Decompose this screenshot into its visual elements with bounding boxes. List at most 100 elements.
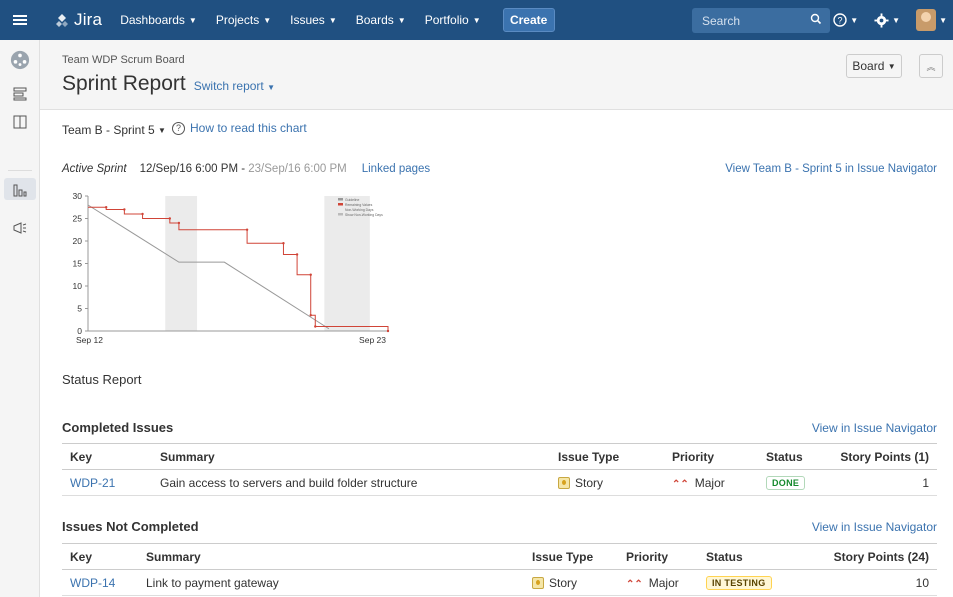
jira-logo-icon — [56, 14, 68, 27]
gear-icon — [874, 12, 889, 28]
completed-issues-title: Completed Issues — [62, 420, 174, 435]
active-sprints-icon[interactable] — [10, 112, 30, 132]
data-point — [386, 329, 390, 333]
col-summary[interactable]: Summary — [152, 443, 550, 470]
col-story-points[interactable]: Story Points (24) — [788, 543, 937, 570]
releases-icon[interactable] — [10, 218, 30, 238]
y-tick-label: 30 — [73, 192, 83, 201]
help-menu[interactable]: ? ▼ — [833, 13, 858, 27]
page-title-text: Sprint Report — [62, 72, 186, 95]
issue-summary: Gain access to servers and build folder … — [152, 469, 550, 496]
chevron-down-icon: ▼ — [188, 15, 197, 25]
sprint-start: 12/Sep/16 6:00 PM — [139, 163, 239, 175]
col-priority[interactable]: Priority — [618, 543, 698, 570]
issue-key-link[interactable]: WDP-14 — [70, 576, 115, 590]
jira-logo[interactable]: Jira — [54, 10, 102, 30]
issue-priority: ⌃⌃ Major — [664, 469, 758, 496]
chevron-down-icon: ▼ — [263, 15, 272, 25]
legend-swatch — [338, 198, 343, 201]
chevron-down-icon: ▼ — [850, 15, 859, 25]
not-completed-view-navigator-link[interactable]: View in Issue Navigator — [812, 520, 937, 534]
settings-menu[interactable]: ▼ — [874, 12, 900, 28]
date-separator: - — [238, 163, 249, 175]
legend-label: Remaining Values — [345, 203, 373, 207]
col-story-points[interactable]: Story Points (1) — [828, 443, 937, 470]
y-tick-label: 10 — [73, 281, 83, 291]
not-completed-issues-title: Issues Not Completed — [62, 519, 199, 534]
y-tick-label: 25 — [73, 214, 83, 224]
legend-label: Guideline — [345, 198, 359, 202]
table-row: WDP-14 Link to payment gateway Story ⌃⌃ M… — [62, 569, 937, 596]
chevron-down-icon: ▼ — [472, 15, 481, 25]
backlog-icon[interactable] — [10, 84, 30, 104]
col-summary[interactable]: Summary — [138, 543, 524, 570]
sprint-dates: 12/Sep/16 6:00 PM - 23/Sep/16 6:00 PM — [140, 163, 347, 175]
col-status[interactable]: Status — [698, 543, 788, 570]
burndown-chart: 051015202530Sep 12 Sep 23GuidelineRemaini… — [73, 192, 390, 345]
nav-dashboards[interactable]: Dashboards ▼ — [120, 13, 197, 27]
data-point — [309, 273, 312, 276]
chevron-down-icon: ▼ — [267, 83, 276, 92]
search-placeholder: Search — [702, 13, 741, 28]
view-sprint-in-navigator-link[interactable]: View Team B - Sprint 5 in Issue Navigato… — [725, 163, 937, 175]
nav-projects[interactable]: Projects ▼ — [216, 13, 271, 27]
how-to-read-link[interactable]: ? How to read this chart — [172, 121, 307, 135]
col-issue-type[interactable]: Issue Type — [550, 443, 664, 470]
page-header: Team WDP Scrum Board Sprint Report Switc… — [40, 40, 953, 110]
legend-label: Show Non-Working Days — [345, 213, 383, 217]
right-navigation: ? ▼ ▼ ▼ — [833, 0, 953, 40]
completed-view-navigator-link[interactable]: View in Issue Navigator — [812, 421, 937, 435]
project-avatar-icon[interactable] — [10, 50, 30, 70]
sprint-info: Active Sprint 12/Sep/16 6:00 PM - 23/Sep… — [62, 163, 430, 175]
user-menu[interactable]: ▼ — [916, 9, 947, 31]
chevron-down-icon: ▼ — [158, 125, 166, 135]
report-content: Team B - Sprint 5 ▼ ? How to read this c… — [40, 110, 953, 597]
sprint-selector[interactable]: Team B - Sprint 5 ▼ — [62, 123, 166, 137]
legend-swatch — [338, 203, 343, 206]
active-sprint-label: Active Sprint — [62, 163, 127, 175]
completed-issues-table: Key Summary Issue Type Priority Status S… — [62, 443, 937, 496]
status-badge: DONE — [766, 476, 806, 490]
issue-priority: ⌃⌃ Major — [618, 569, 698, 596]
data-point — [168, 217, 172, 220]
story-icon — [558, 476, 570, 489]
nav-boards[interactable]: Boards ▼ — [356, 13, 406, 27]
search-input[interactable]: Search — [692, 8, 830, 33]
nav-portfolio[interactable]: Portfolio ▼ — [425, 13, 481, 27]
col-issue-type[interactable]: Issue Type — [524, 543, 618, 570]
y-tick-label: 15 — [73, 259, 83, 269]
col-priority[interactable]: Priority — [664, 443, 758, 470]
help-icon: ? — [172, 121, 185, 135]
col-key[interactable]: Key — [62, 443, 152, 470]
col-key[interactable]: Key — [62, 543, 138, 570]
data-point — [282, 242, 285, 245]
issue-key-link[interactable]: WDP-21 — [70, 476, 115, 490]
help-icon: ? — [833, 13, 847, 27]
series-line — [87, 204, 330, 330]
search-icon — [810, 13, 822, 25]
chevron-up-double-icon: ︽ — [926, 61, 936, 72]
create-button[interactable]: Create — [502, 8, 555, 32]
linked-pages-link[interactable]: Linked pages — [362, 163, 430, 175]
menu-icon[interactable] — [0, 0, 40, 40]
story-points: 10 — [788, 569, 937, 596]
legend-swatch — [338, 208, 343, 211]
issue-type: Story — [524, 569, 618, 596]
logo-text: Jira — [74, 10, 103, 29]
switch-report-link[interactable]: Switch report ▼ — [194, 79, 275, 93]
col-status[interactable]: Status — [758, 443, 828, 470]
y-tick-label: 20 — [73, 236, 83, 246]
legend-label: Non-Working Days — [345, 208, 374, 212]
issue-summary: Link to payment gateway — [138, 569, 524, 596]
nav-issues[interactable]: Issues ▼ — [290, 13, 337, 27]
board-name[interactable]: Team WDP Scrum Board — [62, 54, 185, 66]
collapse-button[interactable]: ︽ — [919, 54, 943, 78]
x-tick-label: Sep 23 — [359, 335, 386, 345]
board-button[interactable]: Board ▼ — [846, 54, 902, 78]
data-point — [141, 212, 144, 216]
non-working-band — [165, 196, 198, 331]
story-icon — [532, 576, 544, 589]
x-tick-label: Sep 12 — [76, 335, 103, 345]
story-points: 1 — [828, 469, 937, 496]
priority-major-icon: ⌃⌃ — [626, 578, 643, 590]
